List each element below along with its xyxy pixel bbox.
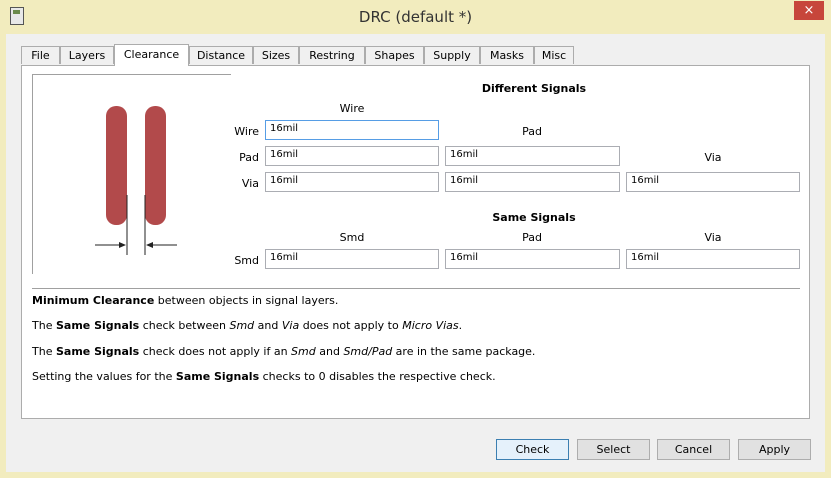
- note-zero-disables: Setting the values for the Same Signals …: [32, 370, 496, 383]
- tab-restring[interactable]: Restring: [299, 46, 365, 64]
- tab-distance[interactable]: Distance: [189, 46, 253, 64]
- via-pad-input[interactable]: 16mil: [445, 172, 620, 192]
- window-title: DRC (default *): [358, 8, 473, 26]
- col-label-pad: Pad: [522, 125, 542, 138]
- tab-sizes[interactable]: Sizes: [253, 46, 299, 64]
- clearance-diagram-icon: [95, 106, 177, 255]
- note-same-package: The Same Signals check does not apply if…: [32, 345, 536, 358]
- clearance-illustration: [32, 74, 231, 274]
- row-label-via: Via: [241, 177, 259, 190]
- select-button[interactable]: Select: [577, 439, 650, 460]
- same-row-label-smd: Smd: [234, 254, 259, 267]
- pad-pad-input[interactable]: 16mil: [445, 146, 620, 166]
- clearance-panel: Different Signals Wire Wire 16mil Pad Pa…: [21, 65, 810, 419]
- close-button[interactable]: ×: [794, 1, 824, 20]
- wire-wire-input[interactable]: 16mil: [265, 120, 439, 140]
- row-label-pad: Pad: [239, 151, 259, 164]
- tab-supply[interactable]: Supply: [424, 46, 480, 64]
- smd-via-input[interactable]: 16mil: [626, 249, 800, 269]
- via-via-input[interactable]: 16mil: [626, 172, 800, 192]
- pad-wire-input[interactable]: 16mil: [265, 146, 439, 166]
- same-col-label-smd: Smd: [339, 231, 365, 244]
- note-micro-vias: The Same Signals check between Smd and V…: [32, 319, 463, 332]
- same-signals-heading: Same Signals: [492, 211, 576, 224]
- tab-clearance[interactable]: Clearance: [114, 44, 189, 66]
- col-label-via: Via: [704, 151, 722, 164]
- smd-smd-input[interactable]: 16mil: [265, 249, 439, 269]
- cancel-button[interactable]: Cancel: [657, 439, 730, 460]
- tab-masks[interactable]: Masks: [480, 46, 534, 64]
- tab-shapes[interactable]: Shapes: [365, 46, 424, 64]
- via-wire-input[interactable]: 16mil: [265, 172, 439, 192]
- tab-file[interactable]: File: [21, 46, 60, 64]
- separator: [32, 288, 800, 289]
- check-button[interactable]: Check: [496, 439, 569, 460]
- dialog-client: File Layers Clearance Distance Sizes Res…: [6, 34, 825, 472]
- row-label-wire: Wire: [234, 125, 259, 138]
- title-bar: DRC (default *) ×: [0, 0, 831, 34]
- col-label-wire: Wire: [339, 102, 365, 115]
- note-minimum-clearance: Minimum Clearance between objects in sig…: [32, 294, 339, 307]
- different-signals-heading: Different Signals: [481, 82, 587, 95]
- apply-button[interactable]: Apply: [738, 439, 811, 460]
- smd-pad-input[interactable]: 16mil: [445, 249, 620, 269]
- tab-layers[interactable]: Layers: [60, 46, 114, 64]
- same-col-label-via: Via: [704, 231, 722, 244]
- tab-misc[interactable]: Misc: [534, 46, 574, 64]
- same-col-label-pad: Pad: [522, 231, 542, 244]
